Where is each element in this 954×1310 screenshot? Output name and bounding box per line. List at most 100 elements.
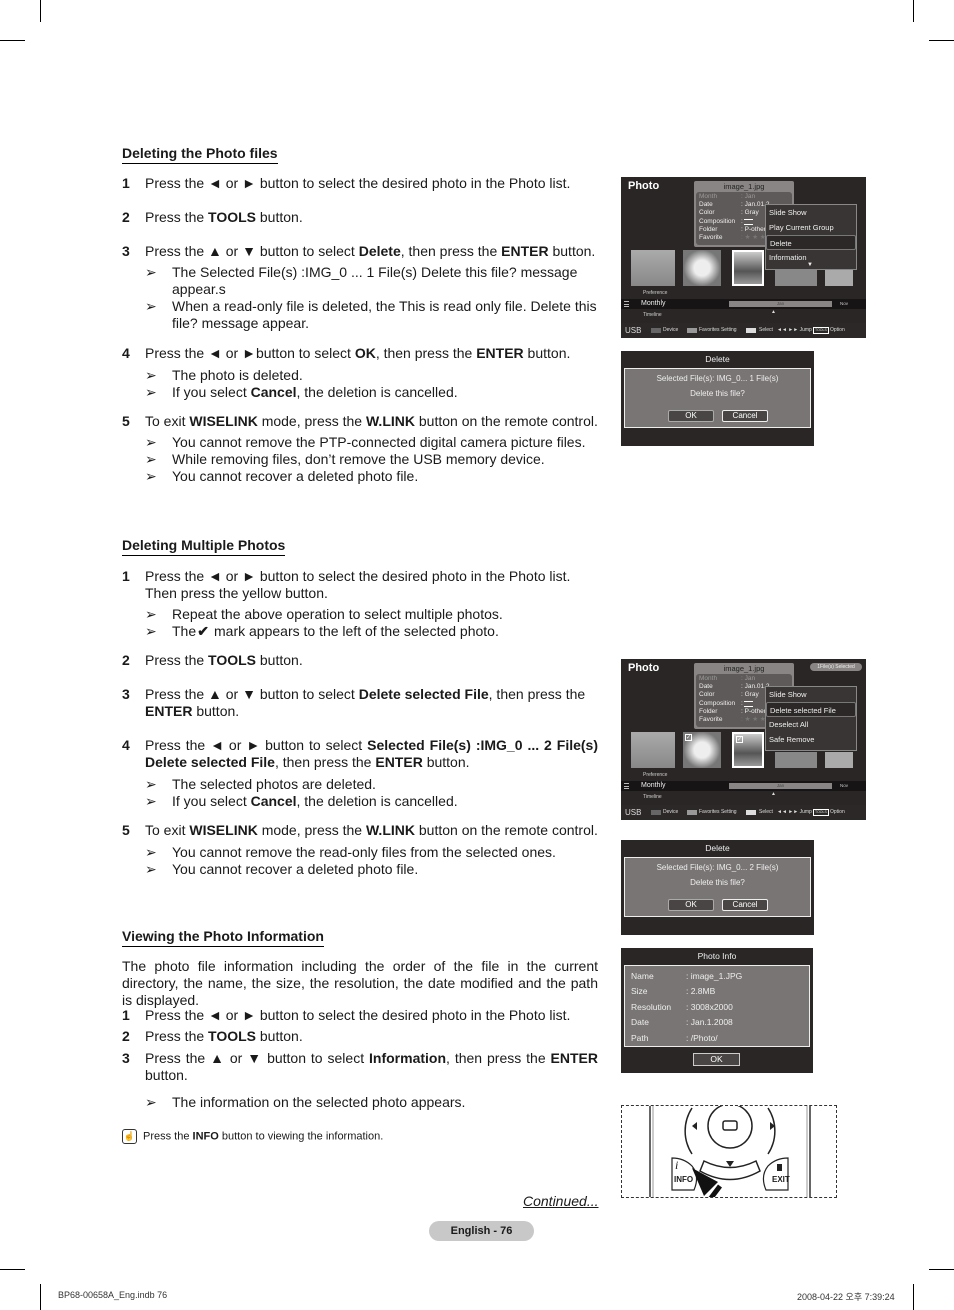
note: ➢ Repeat the above operation to select m… [145,606,503,622]
month-range-bar[interactable]: Jan [729,301,832,307]
note: ➢ If you select Cancel, the deletion is … [145,384,458,400]
step-5: 5 To exit WISELINK mode, press the W.LIN… [122,822,598,838]
menu-item-slide-show[interactable]: Slide Show [766,687,856,702]
menu-item-safe-remove[interactable]: Safe Remove [766,732,856,747]
photo-info-dialog: Photo Info Name: image_1.JPG Size: 2.8MB… [621,948,813,1073]
arrow-bullet-icon: ➢ [145,264,157,280]
step-text: Press the ▲ or ▼ button to select Delete… [145,243,596,259]
section-heading-deleting-photo-files: Deleting the Photo files [122,145,278,164]
bottom-help-bar: USB Device Favorites Setting Select ◄◄ ►… [621,323,866,338]
exit-button [762,1157,789,1191]
info-row: Name: image_1.JPG [631,971,743,981]
remote-control-illustration: i INFO EXIT [621,1105,837,1198]
arrow-bullet-icon: ➢ [145,468,157,484]
step-3: 3 Press the ▲ or ▼ button to select Dele… [122,686,586,719]
info-row: Size: 2.8MB [631,986,716,997]
menu-item-delete-selected-file[interactable]: Delete selected File [766,702,856,717]
file-name: image_1.jpg [723,182,765,191]
up-arrow-icon: ▲ [771,309,776,315]
step-5: 5 To exit WISELINK mode, press the W.LIN… [122,413,598,430]
photo-thumbnail[interactable] [775,270,817,286]
dialog-message: Selected File(s): IMG_0... 1 File(s) [656,374,779,383]
timeline-label: Timeline [643,312,662,318]
file-slug: BP68-00658A_Eng.indb 76 [58,1290,168,1300]
checkmark-icon: ✔ [197,623,209,639]
green-key-icon [687,328,697,333]
photo-thumbnail[interactable] [683,250,721,286]
info-row: Resolution: 3008x2000 [631,1001,733,1012]
photo-thumbnail[interactable] [825,752,853,768]
note: ➢ The selected photos are deleted. [145,776,376,792]
step-4: 4 Press the ◄ or ► button to select Sele… [122,737,599,770]
preference-label: Preference [643,290,668,296]
note: ➢ When a read-only file is deleted, the … [145,298,597,331]
crop-mark [40,1284,41,1310]
menu-item-deselect-all[interactable]: Deselect All [766,717,856,732]
arrow-bullet-icon: ➢ [145,793,157,809]
yellow-key-icon [746,328,756,333]
step-number: 5 [122,413,130,429]
left-arrow-icon [692,1122,697,1130]
info-glyph-icon: i [675,1158,679,1172]
bottom-help-bar: USB Device Favorites Setting Select ◄◄ ►… [621,805,866,820]
down-arrow-icon [726,1161,734,1167]
red-key-icon [651,328,661,333]
photo-thumbnail-selected-checked[interactable]: ✓ [732,732,764,768]
photo-thumbnail-checked[interactable]: ✓ [683,732,721,768]
hand-pointer-icon: ☝ [122,1129,137,1144]
dialog-title: Delete [705,354,730,364]
dialog-question: Delete this file? [690,878,745,887]
dialog-title: Photo Info [697,951,737,961]
cancel-button[interactable]: Cancel [722,899,768,911]
step-text: Press the ◄ or ► button to select the de… [145,175,571,191]
note: ➢ You cannot recover a deleted photo fil… [145,468,419,484]
exit-door-icon [777,1164,782,1171]
arrow-bullet-icon: ➢ [145,451,157,467]
step-text: Press the ◄ or ►button to select OK, the… [145,345,571,361]
step-3: 3 Press the ▲ or ▼ button to select Info… [122,1050,598,1083]
ok-button[interactable]: OK [693,1053,740,1066]
screen-title: Photo [628,662,660,674]
red-key-icon [651,810,661,815]
cancel-button[interactable]: Cancel [722,410,768,422]
menu-lines-icon [624,783,629,789]
menu-lines-icon [624,301,629,307]
menu-item-slide-show[interactable]: Slide Show [766,205,856,220]
photo-thumbnail[interactable] [825,270,853,286]
note: ➢ While removing files, don’t remove the… [145,451,545,467]
step-text: Press the TOOLS button. [145,209,303,225]
up-arrow-icon: ▲ [771,791,776,797]
dialog-title: Delete [705,843,730,853]
step-number: 1 [122,175,130,191]
note: ➢ The photo is deleted. [145,367,303,383]
yellow-key-icon [746,810,756,815]
arrow-bullet-icon: ➢ [145,623,157,639]
ok-button[interactable]: OK [668,410,714,422]
arrow-bullet-icon: ➢ [145,776,157,792]
photo-thumbnail[interactable] [631,250,675,286]
timeline-bar: Monthly Jan Nov [621,299,866,309]
menu-item-delete[interactable]: Delete [766,235,856,250]
step-4: 4 Press the ◄ or ►button to select OK, t… [122,345,598,362]
photo-thumbnail-selected[interactable] [732,250,764,286]
menu-item-play-current-group[interactable]: Play Current Group [766,220,856,235]
photo-thumbnail[interactable] [631,732,675,768]
month-range-bar[interactable]: Jan [729,783,832,789]
ok-button[interactable]: OK [668,899,714,911]
intro-paragraph: The photo file information including the… [122,958,598,1008]
delete-dialog-multiple: Delete Selected File(s): IMG_0... 2 File… [621,840,814,935]
crop-mark [0,1269,25,1270]
dpad-right-button [767,1107,776,1155]
print-timestamp: 2008-04-22 오후 7:39:24 [797,1292,895,1302]
section-heading-viewing-photo-information: Viewing the Photo Information [122,928,324,947]
arrow-bullet-icon: ➢ [145,606,157,622]
tools-menu: Slide Show Delete selected File Deselect… [765,686,857,751]
step-number: 2 [122,209,130,225]
arrow-bullet-icon: ➢ [145,434,157,450]
step-2: 2 Press the TOOLS button. [122,209,598,226]
exit-label: EXIT [772,1175,790,1184]
photo-thumbnail[interactable] [775,752,817,768]
crop-mark [913,1284,914,1310]
crop-mark [929,40,954,41]
section-heading-deleting-multiple-photos: Deleting Multiple Photos [122,537,286,556]
